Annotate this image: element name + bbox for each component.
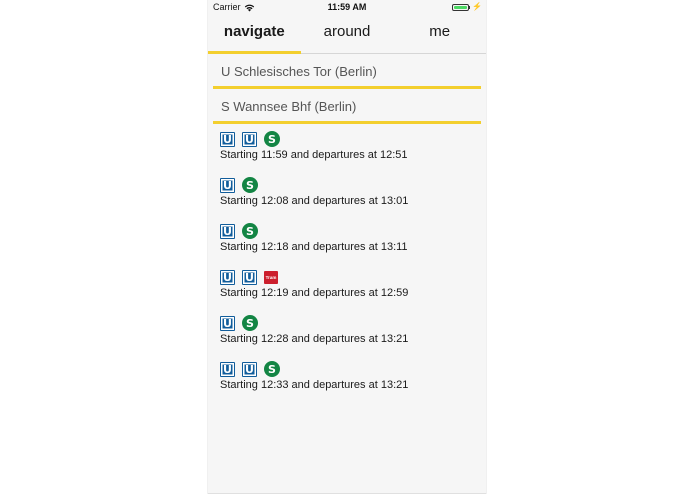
u-bahn-icon: U <box>220 361 235 377</box>
connection-time-text: Starting 12:19 and departures at 12:59 <box>220 287 409 299</box>
s-bahn-icon: S <box>242 315 258 331</box>
connection-results-list: U U S Starting 11:59 and departures at 12:5… <box>220 131 482 407</box>
transit-line-icons: US <box>220 223 482 239</box>
connection-time-text: Starting 11:59 and departures at 12:51 <box>220 149 408 161</box>
connection-time-text: Starting 12:18 and departures at 13:11 <box>220 241 408 253</box>
battery-icon <box>451 3 469 11</box>
battery-fill <box>453 5 467 9</box>
phone-screen: Carrier 11:59 AM ⚡ navigate around me U … <box>208 0 486 494</box>
u-bahn-icon: U <box>220 315 235 331</box>
battery-nub <box>468 5 471 9</box>
status-time: 11:59 AM <box>327 2 367 12</box>
transit-line-icons: UUS <box>220 361 482 377</box>
u-bahn-icon: U <box>220 131 235 147</box>
transit-line-icons: U U Tram <box>220 269 482 285</box>
connection-result-item[interactable]: U S Starting 12:08 and departures at 13:01 <box>220 177 482 223</box>
connection-result-item[interactable]: U U Tram Starting 12:19 and departures at 1… <box>220 269 482 315</box>
u-bahn-icon: U <box>220 223 235 239</box>
origin-station-field[interactable]: U Schlesisches Tor (Berlin) <box>213 56 481 89</box>
s-bahn-icon: S <box>242 223 258 239</box>
connection-time-text: Starting 12:33 and departures at 13:21 <box>220 379 409 391</box>
u-bahn-icon: U <box>220 177 235 193</box>
tram-icon: Tram <box>264 270 278 284</box>
tab-me[interactable]: me <box>393 14 486 53</box>
u-bahn-icon: U <box>220 269 235 285</box>
u-bahn-icon: U <box>242 269 257 285</box>
connection-result-item[interactable]: U U S Starting 11:59 and departures at 12:5… <box>220 131 482 177</box>
charging-bolt-icon: ⚡ <box>472 2 482 11</box>
transit-line-icons: US <box>220 177 482 193</box>
connection-result-item[interactable]: U S Starting 12:18 and departures at 13:11 <box>220 223 482 269</box>
status-bar: Carrier 11:59 AM ⚡ <box>208 0 486 14</box>
u-bahn-icon: U <box>242 361 257 377</box>
connection-time-text: Starting 12:08 and departures at 13:01 <box>220 195 409 207</box>
connection-time-text: Starting 12:28 and departures at 13:21 <box>220 333 409 345</box>
tab-around[interactable]: around <box>301 14 394 53</box>
transit-line-icons: UUS <box>220 131 482 147</box>
s-bahn-icon: S <box>242 177 258 193</box>
transit-line-icons: US <box>220 315 482 331</box>
connection-result-item[interactable]: U S Starting 12:28 and departures at 13:21 <box>220 315 482 361</box>
tab-navigate[interactable]: navigate <box>208 14 301 54</box>
s-bahn-icon: S <box>264 131 280 147</box>
tab-bar: navigate around me <box>208 14 486 54</box>
u-bahn-icon: U <box>242 131 257 147</box>
destination-station-field[interactable]: S Wannsee Bhf (Berlin) <box>213 91 481 124</box>
s-bahn-icon: S <box>264 361 280 377</box>
connection-result-item[interactable]: U U S Starting 12:33 and departures at 13:2… <box>220 361 482 407</box>
battery-indicator: ⚡ <box>451 2 482 11</box>
